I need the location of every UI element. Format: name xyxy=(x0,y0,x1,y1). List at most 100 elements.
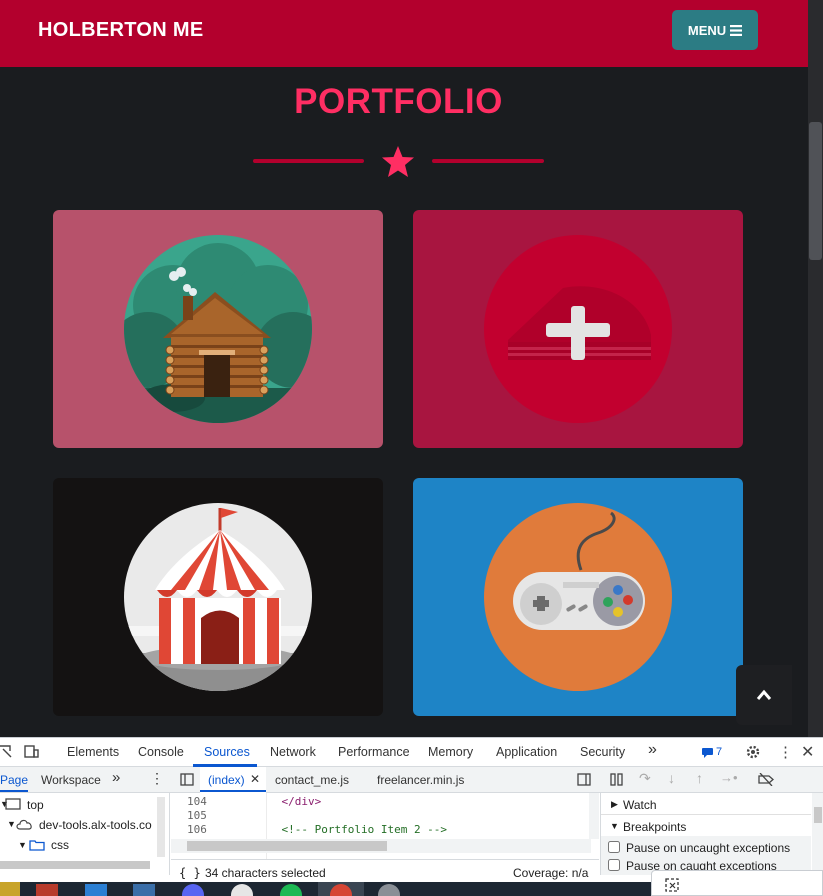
line-number[interactable]: 104 xyxy=(187,795,207,808)
devtools-subbar: Page Workspace » ⋮ (index) ✕ contact_me.… xyxy=(0,767,823,793)
line-number[interactable]: 106 xyxy=(187,823,207,836)
nav-tab-page[interactable]: Page xyxy=(0,773,28,787)
expanded-arrow-icon: ▼ xyxy=(610,821,619,831)
devtools-tabbar: Elements Console Sources Network Perform… xyxy=(0,738,823,767)
section-watch[interactable]: Watch xyxy=(623,798,657,812)
bars-icon xyxy=(730,24,743,36)
code-line: </div> xyxy=(255,795,322,808)
pause-uncaught-label: Pause on uncaught exceptions xyxy=(626,841,791,855)
menu-label: MENU xyxy=(687,22,727,38)
chevron-up-icon xyxy=(756,689,772,700)
cloud-icon xyxy=(16,819,32,830)
section-breakpoints[interactable]: Breakpoints xyxy=(623,820,686,834)
section-divider xyxy=(601,814,811,815)
toggle-debugger-icon[interactable] xyxy=(577,773,591,786)
cake-image xyxy=(484,235,672,423)
settings-gear-icon[interactable] xyxy=(746,745,760,759)
divider-line-left xyxy=(253,159,364,163)
file-tab-contact-me[interactable]: contact_me.js xyxy=(275,773,349,787)
nav-menu-icon[interactable]: ⋮ xyxy=(150,770,164,787)
portfolio-item-cabin[interactable] xyxy=(53,210,383,448)
pause-icon[interactable] xyxy=(610,773,623,786)
file-navigator: ▼ top ▼ dev-tools.alx-tools.co ▼ css xyxy=(0,793,170,875)
tree-item-top[interactable]: top xyxy=(27,798,44,812)
taskbar-app-icon[interactable] xyxy=(231,884,253,896)
step-icon[interactable]: →• xyxy=(720,770,738,785)
pause-caught-checkbox[interactable] xyxy=(608,859,620,871)
tab-console[interactable]: Console xyxy=(138,745,184,759)
divider-line-right xyxy=(432,159,544,163)
tree-arrow-icon: ▼ xyxy=(7,819,16,829)
tree-item-domain[interactable]: dev-tools.alx-tools.co xyxy=(39,818,154,832)
tab-application[interactable]: Application xyxy=(496,745,557,759)
tab-elements[interactable]: Elements xyxy=(67,745,119,759)
page-scrollbar-track[interactable] xyxy=(808,0,823,737)
pretty-print-icon[interactable]: { } xyxy=(179,866,201,880)
star-icon xyxy=(382,146,414,177)
portfolio-item-circus[interactable] xyxy=(53,478,383,716)
nav-tab-workspace[interactable]: Workspace xyxy=(41,773,101,787)
tree-item-css[interactable]: css xyxy=(51,838,69,852)
deactivate-breakpoints-icon[interactable] xyxy=(758,773,774,786)
step-out-icon[interactable]: ↑ xyxy=(696,770,703,786)
code-vscroll[interactable] xyxy=(589,793,599,839)
debugger-sidebar: ▶ Watch ▼ Breakpoints Pause on uncaught … xyxy=(600,793,823,875)
file-tab-freelancer[interactable]: freelancer.min.js xyxy=(377,773,464,787)
step-over-icon[interactable]: ↷ xyxy=(639,770,651,787)
file-tab-index[interactable]: (index) xyxy=(208,773,245,787)
tab-network[interactable]: Network xyxy=(270,745,316,759)
section-title: PORTFOLIO xyxy=(294,82,503,121)
tab-performance[interactable]: Performance xyxy=(338,745,410,759)
taskbar-app-icon[interactable] xyxy=(280,884,302,896)
back-to-top-button[interactable] xyxy=(736,665,792,725)
more-tabs-icon[interactable]: » xyxy=(648,741,657,759)
nav-scrollbar[interactable] xyxy=(0,861,150,869)
taskbar-app-icon[interactable] xyxy=(36,884,58,896)
menu-button[interactable]: MENU xyxy=(672,10,758,50)
selection-status: 34 characters selected xyxy=(205,866,326,880)
page-scrollbar-thumb[interactable] xyxy=(809,122,822,260)
inspect-icon[interactable] xyxy=(0,745,12,759)
file-tab-index-underline xyxy=(200,790,266,792)
nav-tab-page-underline xyxy=(0,790,28,792)
coverage-status: Coverage: n/a xyxy=(513,866,589,880)
more-nav-tabs-icon[interactable]: » xyxy=(112,769,120,786)
collapsed-arrow-icon: ▶ xyxy=(611,799,618,809)
website-viewport: HOLBERTON ME MENU PORTFOLIO xyxy=(0,0,808,737)
tree-arrow-icon: ▼ xyxy=(18,840,27,850)
taskbar-app-icon[interactable] xyxy=(378,884,400,896)
device-toolbar-icon[interactable] xyxy=(24,745,39,759)
tab-sources[interactable]: Sources xyxy=(204,745,250,759)
popup-card[interactable] xyxy=(651,870,823,896)
code-line: <!-- Portfolio Item 2 --> xyxy=(255,823,448,836)
more-options-icon[interactable]: ⋮ xyxy=(778,743,793,761)
cabin-image xyxy=(124,235,312,423)
pause-uncaught-checkbox[interactable] xyxy=(608,841,620,853)
brand-link[interactable]: HOLBERTON ME xyxy=(38,19,203,42)
line-number[interactable]: 105 xyxy=(187,809,207,822)
taskbar-app-icon[interactable] xyxy=(0,882,20,896)
close-tab-icon[interactable]: ✕ xyxy=(250,772,260,786)
issues-icon[interactable] xyxy=(702,748,713,758)
navbar: HOLBERTON ME MENU xyxy=(0,0,808,67)
circus-image xyxy=(124,503,312,691)
sidebar-vscroll-thumb[interactable] xyxy=(814,807,822,823)
snip-icon xyxy=(665,878,679,892)
taskbar-app-icon[interactable] xyxy=(85,884,107,896)
step-into-icon[interactable]: ↓ xyxy=(668,770,675,786)
nav-vscroll[interactable] xyxy=(157,797,165,857)
tab-security[interactable]: Security xyxy=(580,745,625,759)
frame-icon xyxy=(5,798,21,810)
portfolio-item-cake[interactable] xyxy=(413,210,743,448)
code-hscroll-thumb[interactable] xyxy=(187,841,387,851)
toggle-navigator-icon[interactable] xyxy=(180,773,194,786)
taskbar-app-icon[interactable] xyxy=(182,884,204,896)
taskbar-app-icon[interactable] xyxy=(133,884,155,896)
folder-icon xyxy=(29,840,45,851)
game-image xyxy=(484,503,672,691)
portfolio-item-game[interactable] xyxy=(413,478,743,716)
sidebar-vscroll[interactable] xyxy=(812,793,823,875)
issues-count: 7 xyxy=(716,746,723,758)
close-devtools-icon[interactable]: ✕ xyxy=(801,742,814,762)
tab-memory[interactable]: Memory xyxy=(428,745,473,759)
